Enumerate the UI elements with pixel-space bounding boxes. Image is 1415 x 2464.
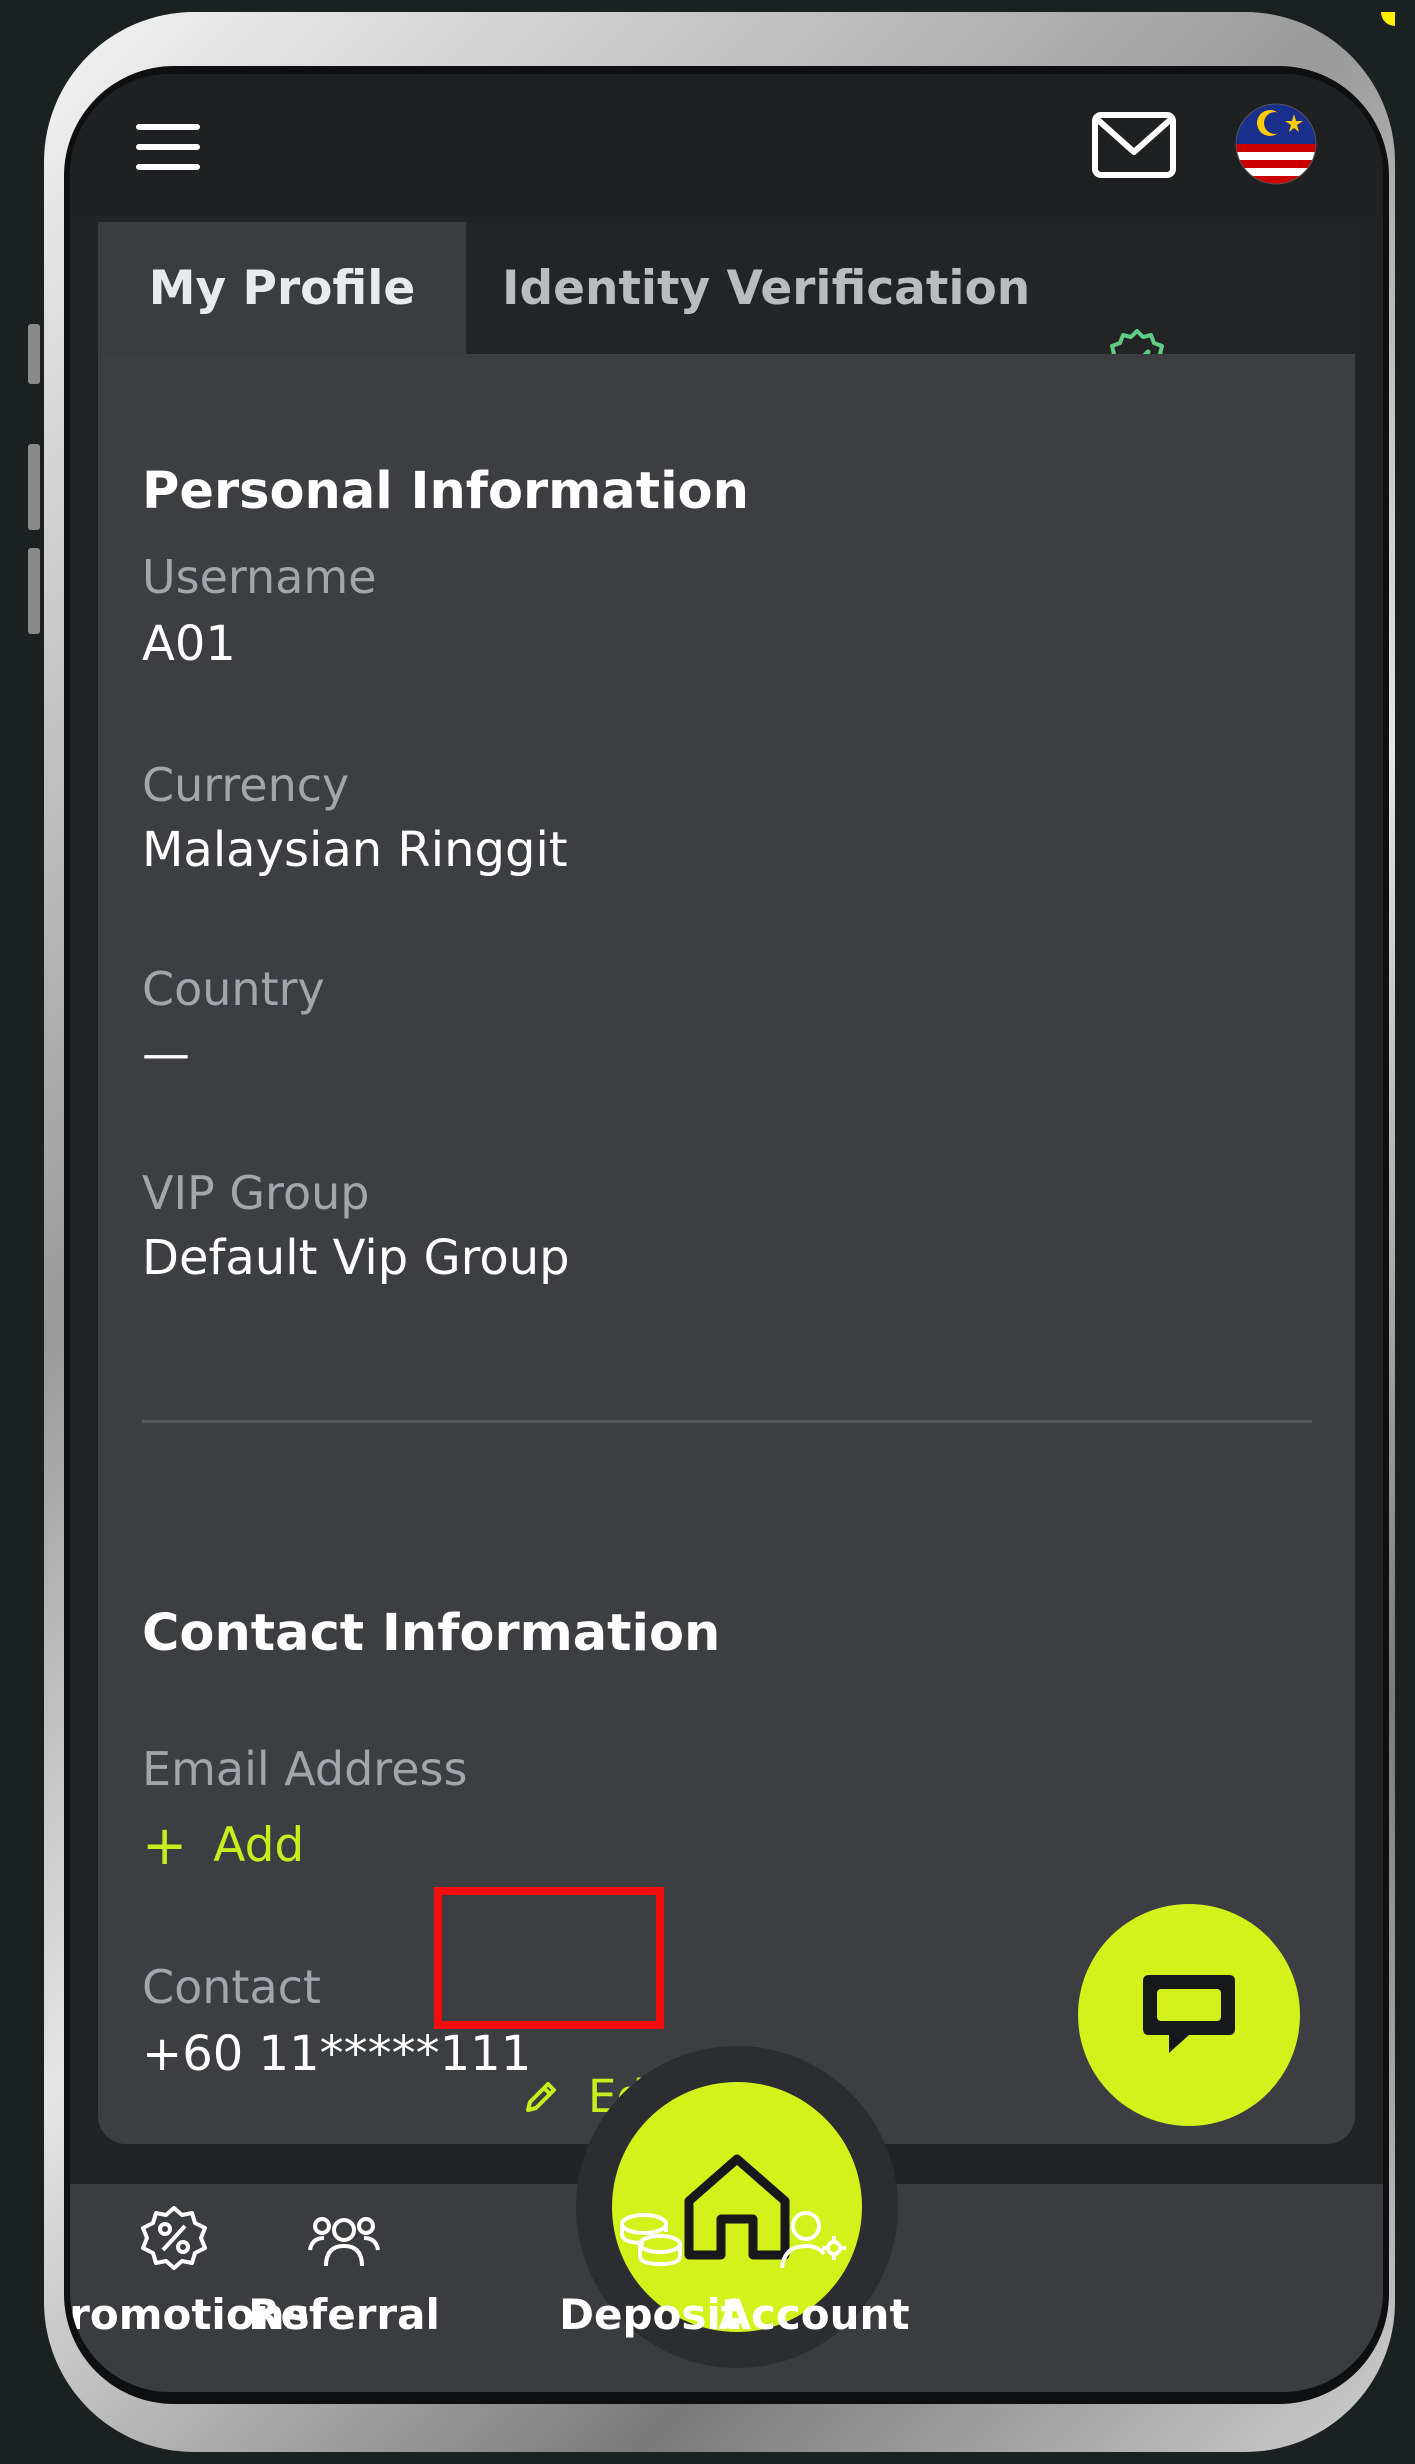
- app-screen: My Profile Identity Verification Persona…: [70, 74, 1383, 2392]
- side-button: [28, 324, 40, 384]
- chat-icon: [1143, 1975, 1235, 2053]
- vip-group-value: Default Vip Group: [142, 1230, 570, 1286]
- referral-icon: [308, 2217, 380, 2267]
- edit-highlight-box: [434, 1887, 664, 2029]
- section-divider: [142, 1420, 1312, 1423]
- mail-icon[interactable]: [1092, 112, 1176, 178]
- contact-value: +60 11*****111: [142, 2026, 532, 2082]
- username-label: Username: [142, 550, 377, 604]
- top-bar: [70, 74, 1383, 216]
- nav-label-account: Account: [718, 2290, 910, 2339]
- tab-identity-verification[interactable]: Identity Verification: [502, 222, 1122, 354]
- contact-info-title: Contact Information: [142, 1604, 721, 1663]
- add-email-label: Add: [213, 1818, 305, 1873]
- nav-item-referral[interactable]: Referral: [194, 2204, 494, 2339]
- profile-card: Personal Information Username A01 Curren…: [98, 354, 1355, 2144]
- country-label: Country: [142, 962, 325, 1016]
- malaysia-flag-icon[interactable]: [1234, 102, 1318, 186]
- corner-accent: [1381, 12, 1395, 26]
- personal-info-title: Personal Information: [142, 462, 749, 521]
- pencil-icon: [526, 2081, 556, 2112]
- plus-icon: +: [142, 1813, 188, 1877]
- country-value: —: [142, 1026, 190, 1082]
- nav-item-account[interactable]: Account: [664, 2204, 964, 2339]
- add-email-button[interactable]: + Add: [142, 1818, 304, 1873]
- vip-group-label: VIP Group: [142, 1166, 370, 1220]
- currency-value: Malaysian Ringgit: [142, 822, 568, 878]
- side-button: [28, 444, 40, 530]
- side-button: [28, 548, 40, 634]
- email-label: Email Address: [142, 1742, 468, 1796]
- contact-label: Contact: [142, 1960, 321, 2014]
- currency-label: Currency: [142, 758, 350, 812]
- live-chat-button[interactable]: [1078, 1904, 1300, 2126]
- menu-icon[interactable]: [136, 124, 200, 170]
- username-value: A01: [142, 616, 236, 672]
- account-settings-icon: [780, 2211, 846, 2269]
- tab-my-profile[interactable]: My Profile: [98, 222, 466, 354]
- nav-label-referral: Referral: [248, 2290, 440, 2339]
